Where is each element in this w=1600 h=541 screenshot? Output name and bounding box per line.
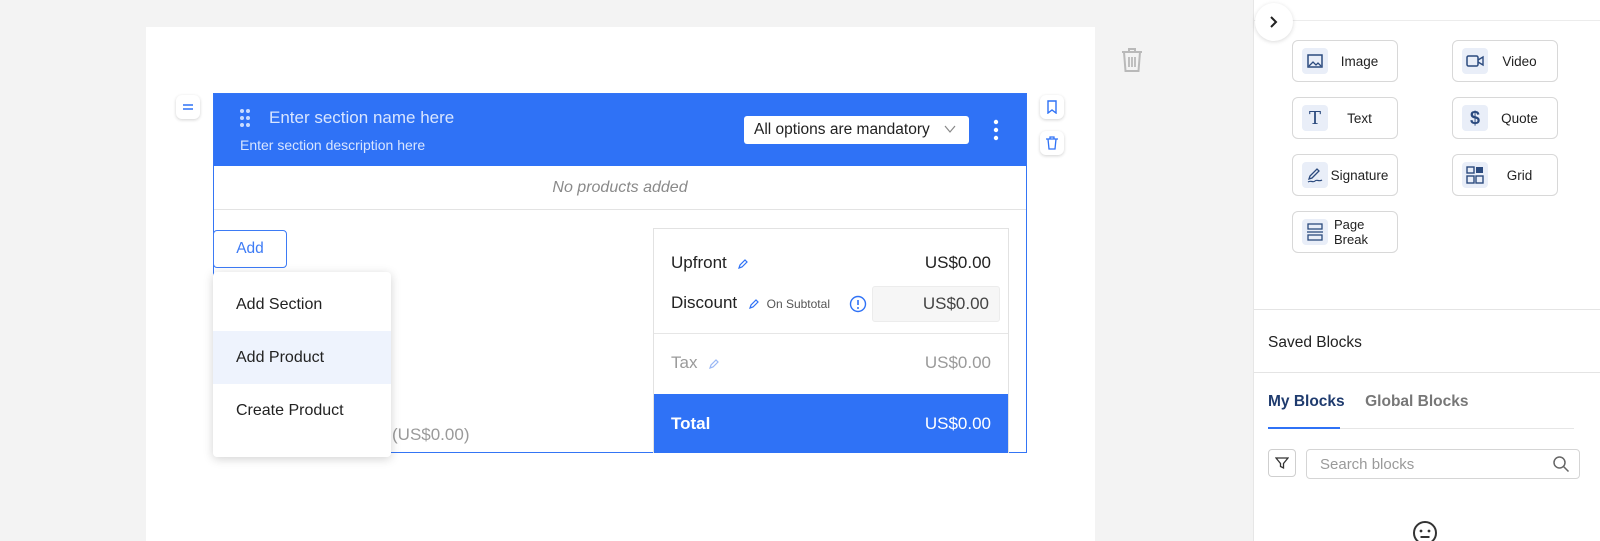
menu-item-add-section[interactable]: Add Section bbox=[213, 278, 391, 331]
add-menu: Add Section Add Product Create Product bbox=[213, 272, 391, 457]
block-video-label: Video bbox=[1502, 53, 1537, 69]
grip-icon[interactable] bbox=[239, 108, 251, 128]
edit-tax-icon[interactable] bbox=[708, 358, 720, 370]
save-block-button[interactable] bbox=[1040, 95, 1064, 119]
subtotal-value: (US$0.00) bbox=[392, 425, 470, 444]
blocks-panel: Image Video T Text $ Quote Signature Gri… bbox=[1253, 0, 1600, 541]
total-value: US$0.00 bbox=[924, 414, 991, 433]
summary-divider bbox=[654, 333, 1008, 334]
block-signature[interactable]: Signature bbox=[1292, 154, 1398, 196]
block-image[interactable]: Image bbox=[1292, 40, 1398, 82]
panel-divider bbox=[1254, 372, 1600, 373]
total-row: Total US$0.00 bbox=[654, 394, 1008, 453]
more-options-icon[interactable] bbox=[992, 118, 1000, 142]
filter-icon bbox=[1275, 457, 1289, 470]
tax-label: Tax bbox=[671, 353, 698, 372]
empty-products-message: No products added bbox=[214, 166, 1026, 210]
block-quote-label: Quote bbox=[1501, 110, 1538, 126]
price-summary: Upfront US$0.00 Discount On Subtotal US$… bbox=[653, 228, 1009, 453]
filter-button[interactable] bbox=[1268, 449, 1296, 477]
drag-handle-icon[interactable] bbox=[176, 95, 200, 119]
tab-global-blocks[interactable]: Global Blocks bbox=[1365, 393, 1468, 411]
search-blocks-field[interactable] bbox=[1306, 449, 1580, 479]
image-icon bbox=[1302, 48, 1328, 74]
block-page-break[interactable]: Page Break bbox=[1292, 211, 1398, 253]
signature-icon bbox=[1302, 162, 1328, 188]
trash-icon bbox=[1046, 136, 1058, 150]
bookmark-icon bbox=[1047, 100, 1057, 114]
saved-blocks-title: Saved Blocks bbox=[1268, 334, 1362, 351]
block-text-label: Text bbox=[1347, 110, 1372, 126]
chevron-down-icon bbox=[944, 125, 956, 133]
discount-value-input[interactable]: US$0.00 bbox=[872, 286, 1000, 322]
saved-blocks-tabs: My Blocks Global Blocks bbox=[1268, 393, 1485, 411]
edit-upfront-icon[interactable] bbox=[737, 258, 749, 270]
total-label: Total bbox=[671, 414, 711, 433]
search-icon[interactable] bbox=[1552, 455, 1570, 473]
active-tab-indicator bbox=[1268, 427, 1340, 429]
block-text[interactable]: T Text bbox=[1292, 97, 1398, 139]
block-grid[interactable]: Grid bbox=[1452, 154, 1558, 196]
panel-divider bbox=[1254, 309, 1600, 310]
block-grid-label: Grid bbox=[1506, 167, 1533, 183]
discount-label-wrap: Discount On Subtotal bbox=[671, 293, 867, 313]
menu-item-add-product[interactable]: Add Product bbox=[213, 331, 391, 384]
delete-section-button[interactable] bbox=[1040, 131, 1064, 155]
block-page-break-label: Page Break bbox=[1334, 217, 1368, 247]
block-image-label: Image bbox=[1340, 53, 1379, 69]
block-quote[interactable]: $ Quote bbox=[1452, 97, 1558, 139]
tax-value: US$0.00 bbox=[924, 353, 991, 372]
collapse-panel-button[interactable] bbox=[1255, 3, 1293, 41]
upfront-label-wrap: Upfront bbox=[671, 253, 749, 273]
tax-label-wrap: Tax bbox=[671, 353, 720, 373]
block-signature-label: Signature bbox=[1330, 167, 1389, 183]
page-break-icon bbox=[1302, 219, 1328, 245]
discount-basis: On Subtotal bbox=[766, 297, 830, 311]
chevron-right-icon bbox=[1270, 16, 1278, 28]
info-icon[interactable] bbox=[849, 295, 867, 313]
text-icon: T bbox=[1302, 105, 1328, 131]
section-name-input[interactable]: Enter section name here bbox=[269, 108, 454, 128]
grid-icon bbox=[1462, 162, 1488, 188]
menu-item-create-product[interactable]: Create Product bbox=[213, 384, 391, 437]
upfront-label: Upfront bbox=[671, 253, 727, 272]
video-icon bbox=[1462, 48, 1488, 74]
panel-top-divider bbox=[1254, 20, 1600, 21]
section-header: Enter section name here Enter section de… bbox=[214, 94, 1026, 166]
block-video[interactable]: Video bbox=[1452, 40, 1558, 82]
section-description-input[interactable]: Enter section description here bbox=[240, 137, 425, 153]
delete-page-icon[interactable] bbox=[1119, 46, 1145, 74]
empty-state-icon bbox=[1413, 521, 1437, 541]
edit-discount-icon[interactable] bbox=[748, 298, 760, 310]
search-input[interactable] bbox=[1320, 450, 1550, 478]
dollar-icon: $ bbox=[1462, 105, 1488, 131]
add-button[interactable]: Add bbox=[213, 230, 287, 268]
section-side-actions bbox=[1040, 95, 1064, 167]
options-mandatory-select[interactable]: All options are mandatory bbox=[744, 116, 969, 144]
upfront-value: US$0.00 bbox=[924, 253, 991, 272]
tab-my-blocks[interactable]: My Blocks bbox=[1268, 393, 1345, 411]
discount-label: Discount bbox=[671, 293, 738, 312]
options-mandatory-value: All options are mandatory bbox=[754, 121, 930, 138]
